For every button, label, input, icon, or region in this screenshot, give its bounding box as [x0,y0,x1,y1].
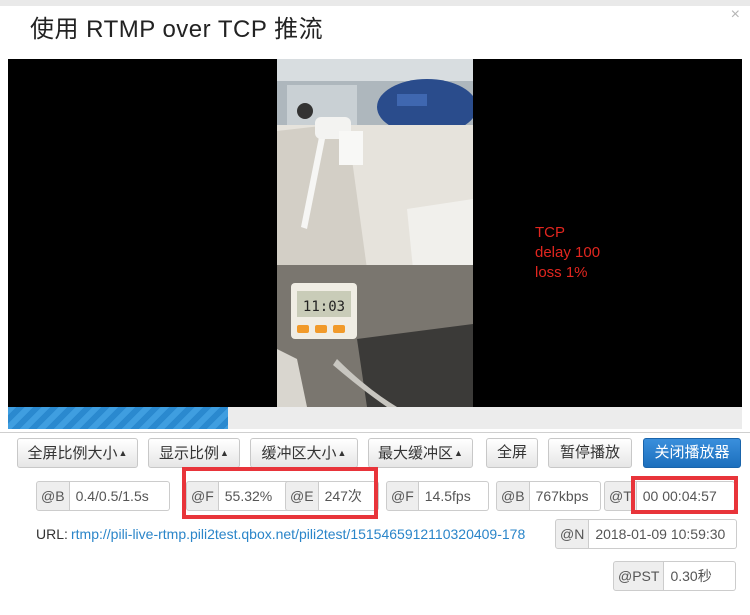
stat-pst-value: 0.30秒 [664,561,737,591]
pause-button[interactable]: 暂停播放 [548,438,632,468]
window-top-strip [0,0,750,6]
stream-url-link[interactable]: rtmp://pili-live-rtmp.pili2test.qbox.net… [71,525,549,543]
stat-bitrate: @B 767kbps [496,481,601,511]
stat-now-value: 2018-01-09 10:59:30 [589,519,738,549]
overlay-loss: loss 1% [535,264,588,281]
buffer-size-label: 缓冲区大小 [261,445,337,462]
close-icon[interactable]: × [731,5,740,25]
stat-framerate-value: 14.5fps [418,481,489,511]
fullscreen-ratio-label: 全屏比例大小 [27,445,118,462]
caret-up-icon: ▲ [220,448,229,458]
close-player-button[interactable]: 关闭播放器 [643,438,741,468]
buffer-size-button[interactable]: 缓冲区大小▲ [250,438,358,468]
display-ratio-button[interactable]: 显示比例▲ [148,438,240,468]
stat-now: @N 2018-01-09 10:59:30 [555,519,738,549]
stat-buffer: @B 0.4/0.5/1.5s [36,481,170,511]
highlight-box-time [631,476,738,514]
fullscreen-button[interactable]: 全屏 [486,438,538,468]
playback-progress-bar[interactable] [8,407,742,429]
stat-framerate: @F 14.5fps [386,481,489,511]
highlight-box-fill-empty [182,467,378,519]
dialog-title: 使用 RTMP over TCP 推流 [30,16,324,43]
stat-now-label: @N [555,519,590,549]
url-label: URL: [36,526,68,542]
progress-fill [8,407,229,429]
stream-info-overlay: TCP delay 100 loss 1% [535,223,600,283]
video-frame: 11:03 [277,59,473,407]
stat-buffer-label: @B [36,481,70,511]
caret-up-icon: ▲ [118,448,128,458]
stat-framerate-label: @F [386,481,419,511]
overlay-protocol: TCP [535,224,565,241]
caret-up-icon: ▲ [454,448,463,458]
stat-pst-label: @PST [613,561,665,591]
clock-digits: 11:03 [303,299,345,315]
stat-bitrate-label: @B [496,481,530,511]
stat-bitrate-value: 767kbps [529,481,601,511]
divider [0,432,750,433]
max-buffer-label: 最大缓冲区 [378,445,454,462]
max-buffer-button[interactable]: 最大缓冲区▲ [368,438,473,468]
caret-up-icon: ▲ [337,448,347,458]
overlay-delay: delay 100 [535,244,601,261]
stat-buffer-value: 0.4/0.5/1.5s [69,481,170,511]
display-ratio-label: 显示比例 [159,445,220,462]
fullscreen-ratio-button[interactable]: 全屏比例大小▲ [17,438,138,468]
video-player[interactable]: 11:03 TCP delay 100 loss 1% [8,59,742,407]
stat-pst: @PST 0.30秒 [613,561,737,591]
